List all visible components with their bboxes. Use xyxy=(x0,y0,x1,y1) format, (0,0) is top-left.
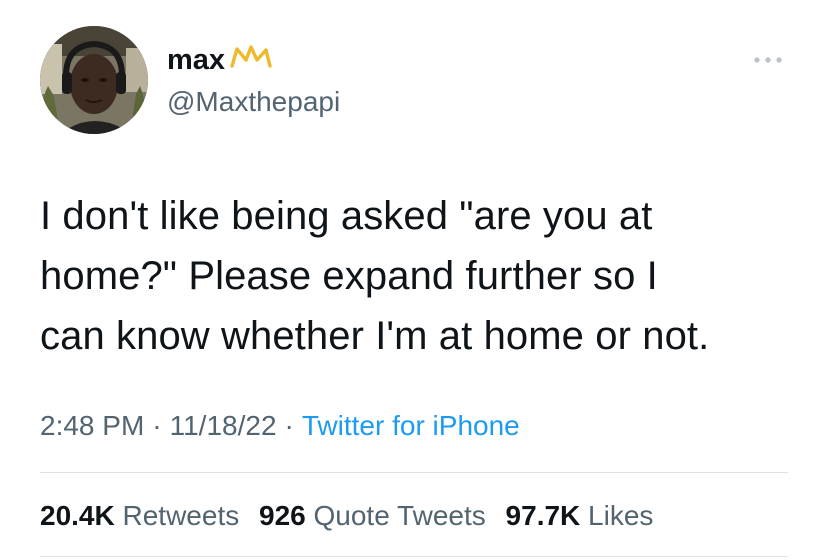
ellipsis-icon[interactable] xyxy=(750,50,786,70)
tweet-stats: 20.4K Retweets 926 Quote Tweets 97.7K Li… xyxy=(40,496,665,536)
tweet-text-line: home?" Please expand further so I xyxy=(40,254,658,298)
quote-tweets-label: Quote Tweets xyxy=(313,500,486,531)
tweet-time[interactable]: 2:48 PM xyxy=(40,410,144,441)
crown-icon xyxy=(229,44,273,70)
avatar-photo xyxy=(40,26,148,134)
meta-separator: · xyxy=(284,410,294,441)
display-name[interactable]: max xyxy=(167,40,273,80)
tweet-text: I don't like being asked "are you at hom… xyxy=(40,186,800,366)
tweet-date[interactable]: 11/18/22 xyxy=(170,410,277,441)
divider xyxy=(40,472,788,473)
retweets-label: Retweets xyxy=(122,500,240,531)
quote-tweets-count: 926 xyxy=(259,500,306,531)
tweet-meta: 2:48 PM · 11/18/22 · Twitter for iPhone xyxy=(40,406,520,446)
user-handle[interactable]: @Maxthepapi xyxy=(167,84,340,120)
likes-label: Likes xyxy=(588,500,654,531)
retweets-stat[interactable]: 20.4K Retweets xyxy=(40,500,239,531)
avatar[interactable] xyxy=(40,26,148,134)
tweet-card: max @Maxthepapi I don't like being asked… xyxy=(0,0,828,560)
meta-separator: · xyxy=(152,410,162,441)
likes-stat[interactable]: 97.7K Likes xyxy=(506,500,654,531)
display-name-text: max xyxy=(167,44,226,76)
retweets-count: 20.4K xyxy=(40,500,115,531)
quote-tweets-stat[interactable]: 926 Quote Tweets xyxy=(259,500,486,531)
tweet-source-link[interactable]: Twitter for iPhone xyxy=(302,410,520,441)
divider xyxy=(40,556,788,557)
tweet-text-line: can know whether I'm at home or not. xyxy=(40,314,710,358)
likes-count: 97.7K xyxy=(505,500,581,531)
tweet-text-line: I don't like being asked "are you at xyxy=(40,194,653,238)
